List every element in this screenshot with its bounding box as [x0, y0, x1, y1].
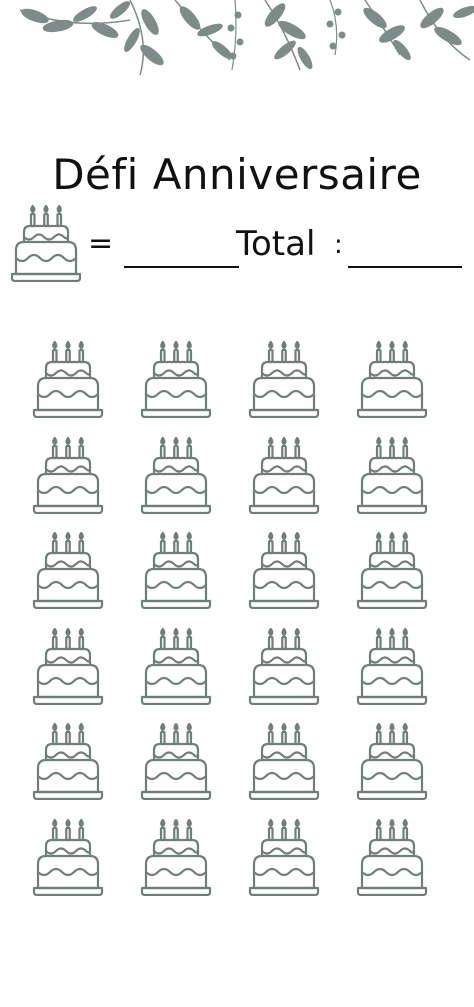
equals-sign: =: [88, 226, 114, 261]
birthday-cake-icon[interactable]: [248, 531, 320, 610]
birthday-cake-icon[interactable]: [32, 627, 104, 706]
legend-row: = Total :: [0, 200, 474, 283]
birthday-cake-icon[interactable]: [140, 531, 212, 610]
birthday-cake-icon[interactable]: [140, 818, 212, 897]
total-blank-line[interactable]: [348, 266, 462, 268]
birthday-cake-icon[interactable]: [356, 722, 428, 801]
birthday-cake-icon[interactable]: [32, 722, 104, 801]
birthday-cake-icon[interactable]: [32, 531, 104, 610]
total-colon: :: [334, 230, 343, 260]
birthday-cake-icon[interactable]: [32, 340, 104, 419]
birthday-cake-icon[interactable]: [140, 627, 212, 706]
birthday-cake-icon[interactable]: [356, 340, 428, 419]
birthday-cake-icon[interactable]: [248, 627, 320, 706]
birthday-cake-icon[interactable]: [248, 340, 320, 419]
birthday-cake-icon[interactable]: [248, 722, 320, 801]
birthday-cake-icon[interactable]: [140, 722, 212, 801]
birthday-cake-icon[interactable]: [248, 436, 320, 515]
birthday-cake-icon[interactable]: [356, 627, 428, 706]
birthday-cake-icon: [10, 204, 82, 283]
count-blank-line[interactable]: [124, 266, 239, 268]
total-label: Total: [236, 224, 316, 264]
birthday-cake-icon[interactable]: [32, 818, 104, 897]
birthday-cake-icon[interactable]: [356, 531, 428, 610]
birthday-cake-icon[interactable]: [356, 436, 428, 515]
birthday-cake-icon[interactable]: [248, 818, 320, 897]
page-title: Défi Anniversaire: [52, 150, 422, 199]
birthday-cake-icon[interactable]: [32, 436, 104, 515]
birthday-cake-icon[interactable]: [140, 340, 212, 419]
birthday-cake-icon[interactable]: [140, 436, 212, 515]
leaf-garland-icon: [19, 0, 474, 76]
birthday-cake-icon[interactable]: [356, 818, 428, 897]
